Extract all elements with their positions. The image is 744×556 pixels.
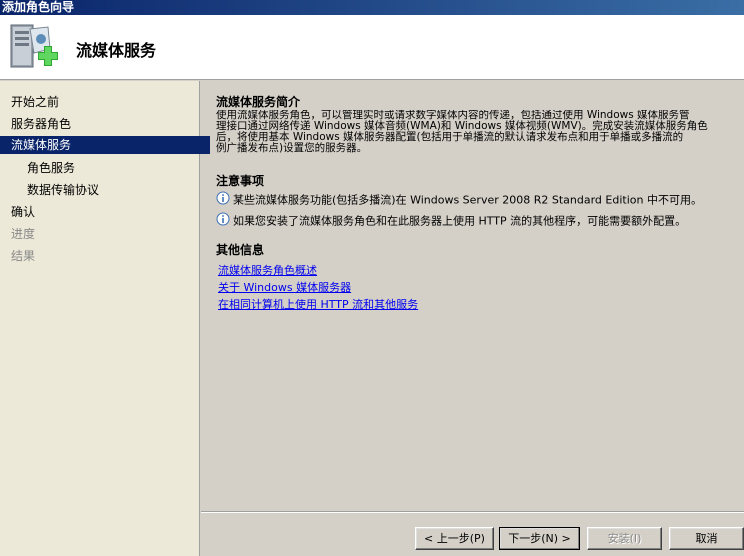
window-title: 添加角色向导 [2,0,75,14]
nav-step-confirmation[interactable]: 确认 [0,203,210,221]
link-about-windows-media-server[interactable]: 关于 Windows 媒体服务器 [218,279,351,295]
note-text: 如果您安装了流媒体服务角色和在此服务器上使用 HTTP 流的其他程序，可能需要额… [233,214,687,228]
page-title: 流媒体服务 [76,41,157,60]
next-button[interactable]: 下一步(N) > [499,527,580,550]
wizard-step-nav: 开始之前 服务器角色 流媒体服务 角色服务 数据传输协议 确认 进度 结果 [0,81,210,556]
info-icon [216,191,230,210]
note-item: 如果您安装了流媒体服务角色和在此服务器上使用 HTTP 流的其他程序，可能需要额… [216,212,686,228]
intro-description: 使用流媒体服务角色，可以管理实时或请求数字媒体内容的传递，包括通过使用 Wind… [216,110,708,154]
nav-step-streaming-media[interactable]: 流媒体服务 [0,136,210,154]
wizard-header: 流媒体服务 [0,15,744,80]
nav-step-data-transfer-protocol[interactable]: 数据传输协议 [0,181,226,199]
wizard-content: 流媒体服务简介 使用流媒体服务角色，可以管理实时或请求数字媒体内容的传递，包括通… [201,81,744,511]
nav-step-role-services[interactable]: 角色服务 [0,159,226,177]
more-info-heading: 其他信息 [216,243,265,257]
install-button: 安装(I) [587,527,662,550]
window-title-bar[interactable]: 添加角色向导 [0,0,744,15]
note-item: 某些流媒体服务功能(包括多播流)在 Windows Server 2008 R2… [216,191,702,207]
nav-step-progress: 进度 [11,227,36,241]
nav-step-results: 结果 [11,249,36,263]
notes-heading: 注意事项 [216,174,265,188]
info-icon [216,212,230,231]
intro-heading: 流媒体服务简介 [216,95,301,109]
server-role-add-icon [8,19,60,75]
nav-step-before-you-begin[interactable]: 开始之前 [0,93,210,111]
nav-step-server-roles[interactable]: 服务器角色 [0,115,210,133]
link-streaming-role-overview[interactable]: 流媒体服务角色概述 [218,262,317,278]
previous-button[interactable]: < 上一步(P) [415,527,494,550]
link-http-streaming-other-services[interactable]: 在相同计算机上使用 HTTP 流和其他服务 [218,296,418,312]
footer-divider [201,511,744,513]
cancel-button[interactable]: 取消 [669,527,744,550]
note-text: 某些流媒体服务功能(包括多播流)在 Windows Server 2008 R2… [233,193,702,207]
